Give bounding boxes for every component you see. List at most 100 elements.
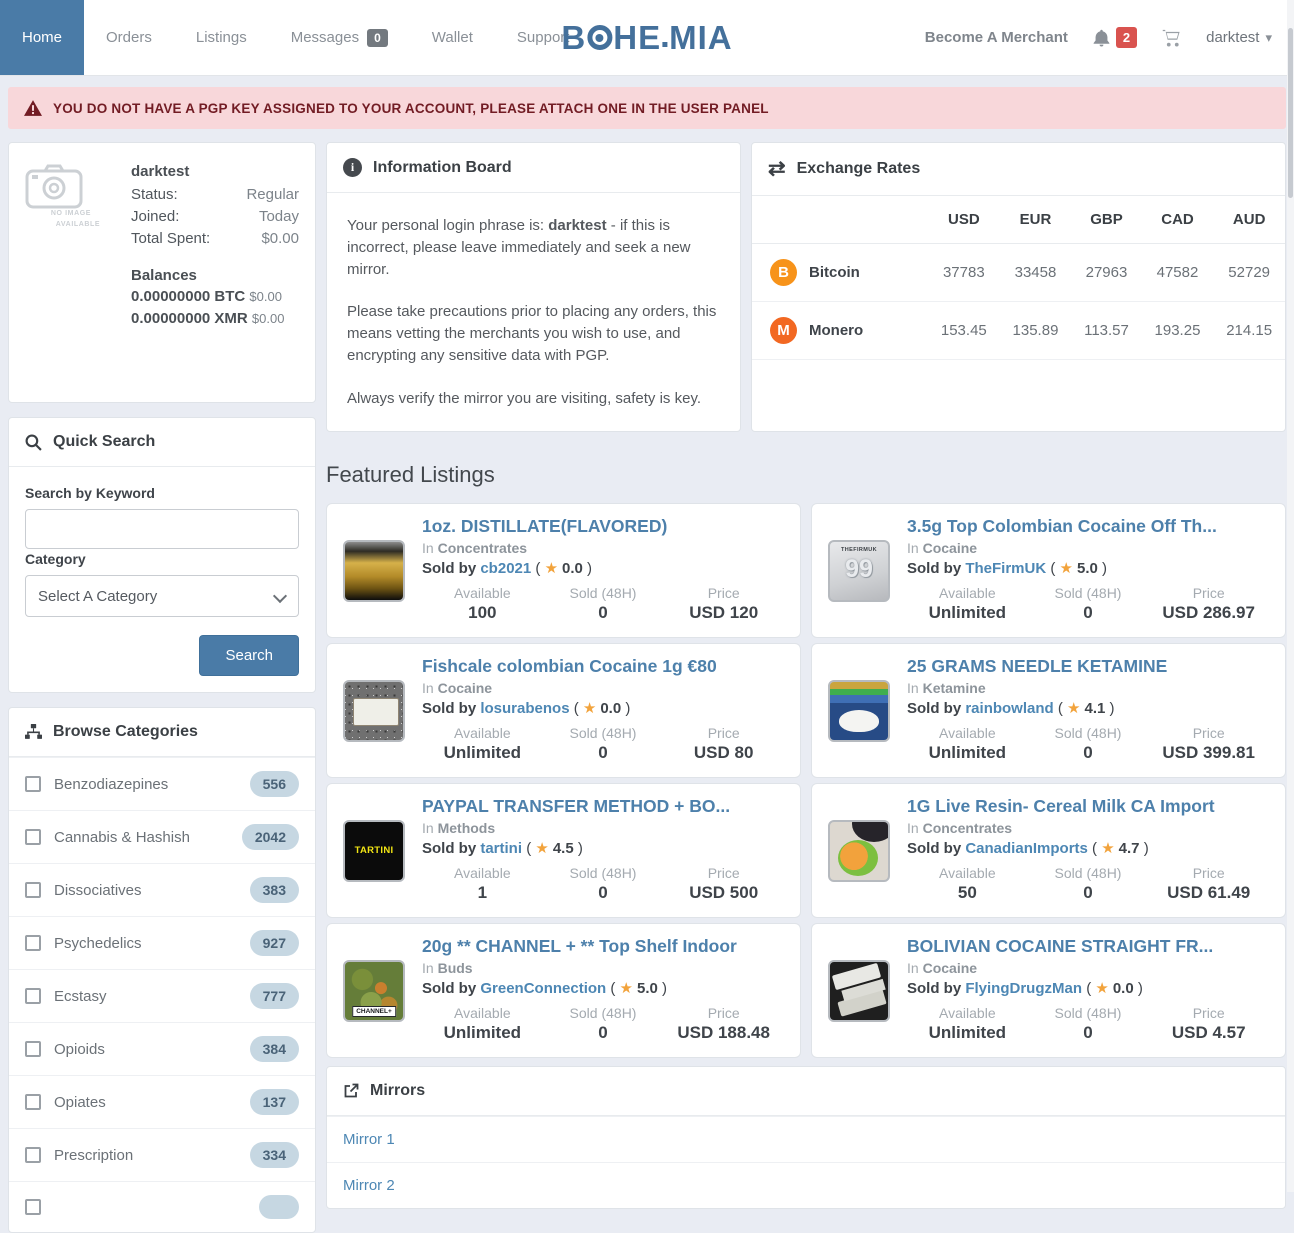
- category-checkbox[interactable]: [25, 1094, 41, 1110]
- category-row-opiates[interactable]: Opiates 137: [9, 1075, 315, 1128]
- seller-link[interactable]: cb2021: [480, 560, 531, 577]
- listing-thumbnail[interactable]: [343, 540, 405, 602]
- seller-link[interactable]: losurabenos: [480, 700, 569, 717]
- category-select[interactable]: Select A Category: [25, 575, 299, 617]
- listing-title-link[interactable]: BOLIVIAN COCAINE STRAIGHT FR...: [907, 936, 1269, 958]
- category-checkbox[interactable]: [25, 829, 41, 845]
- listing-title-link[interactable]: Fishcale colombian Cocaine 1g €80: [422, 656, 784, 678]
- category-row-partial[interactable]: [9, 1181, 315, 1232]
- category-checkbox[interactable]: [25, 1199, 41, 1215]
- camera-icon: [25, 163, 83, 209]
- sold-value: 0: [543, 883, 664, 903]
- rate-value: 135.89: [1000, 302, 1072, 360]
- sold-by-label: Sold by: [422, 560, 476, 577]
- thumb-text: THEFIRMUK: [841, 547, 877, 553]
- category-checkbox[interactable]: [25, 935, 41, 951]
- listing-title-link[interactable]: 3.5g Top Colombian Cocaine Off Th...: [907, 516, 1269, 538]
- scrollbar-thumb[interactable]: [1288, 28, 1293, 198]
- category-checkbox[interactable]: [25, 1147, 41, 1163]
- categories-title: Browse Categories: [53, 723, 198, 741]
- category-row-benzodiazepines[interactable]: Benzodiazepines 556: [9, 757, 315, 810]
- monero-icon: M: [770, 317, 797, 344]
- quick-search-panel: Quick Search Search by Keyword Category …: [8, 417, 316, 693]
- available-value: Unlimited: [907, 1023, 1028, 1043]
- listing-thumbnail[interactable]: CHANNEL+: [343, 960, 405, 1022]
- listing-stats: Available100 Sold (48H)0 PriceUSD 120: [422, 585, 784, 625]
- category-row-ecstasy[interactable]: Ecstasy 777: [9, 969, 315, 1022]
- available-label: Available: [907, 865, 1028, 881]
- no-image-placeholder: NO IMAGE AVAILABLE: [25, 163, 117, 330]
- category-checkbox[interactable]: [25, 988, 41, 1004]
- in-label: In: [422, 540, 434, 556]
- category-row-psychedelics[interactable]: Psychedelics 927: [9, 916, 315, 969]
- row-label: Status:: [131, 184, 178, 206]
- listing-thumbnail[interactable]: [828, 960, 890, 1022]
- listing-card: TARTINI PAYPAL TRANSFER METHOD + BO... I…: [326, 783, 801, 918]
- bohemia-logo[interactable]: BHEMIA: [561, 19, 732, 57]
- navbar: Home Orders Listings Messages 0 Wallet S…: [0, 0, 1294, 76]
- seller-link[interactable]: FlyingDrugzMan: [965, 980, 1082, 997]
- price-value: USD 500: [663, 883, 784, 903]
- rate-value: 193.25: [1142, 302, 1214, 360]
- rate-value: 27963: [1071, 244, 1141, 302]
- logo-text: HE: [613, 19, 661, 57]
- user-menu[interactable]: darktest: [1206, 29, 1272, 46]
- sold-by-label: Sold by: [907, 560, 961, 577]
- nav-item-wallet[interactable]: Wallet: [410, 0, 495, 75]
- notifications-button[interactable]: 2: [1092, 27, 1137, 48]
- listing-category: In Cocaine: [907, 540, 1269, 556]
- star-icon: [545, 560, 562, 577]
- listing-title-link[interactable]: 1G Live Resin- Cereal Milk CA Import: [907, 796, 1269, 818]
- category-checkbox[interactable]: [25, 882, 41, 898]
- category-label: Dissociatives: [54, 882, 142, 899]
- nav-item-orders[interactable]: Orders: [84, 0, 174, 75]
- category-row-prescription[interactable]: Prescription 334: [9, 1128, 315, 1181]
- seller-link[interactable]: GreenConnection: [480, 980, 606, 997]
- listing-title-link[interactable]: 1oz. DISTILLATE(FLAVORED): [422, 516, 784, 538]
- seller-link[interactable]: rainbowland: [965, 700, 1053, 717]
- category-label: Opiates: [54, 1094, 106, 1111]
- listing-card: 1G Live Resin- Cereal Milk CA Import In …: [811, 783, 1286, 918]
- category-checkbox[interactable]: [25, 1041, 41, 1057]
- keyword-input[interactable]: [25, 509, 299, 549]
- mirror-1-link[interactable]: Mirror 1: [343, 1131, 395, 1148]
- search-button[interactable]: Search: [199, 635, 299, 676]
- thumb-text: CHANNEL+: [352, 1006, 396, 1017]
- cart-button[interactable]: [1161, 28, 1182, 48]
- nav-item-listings[interactable]: Listings: [174, 0, 269, 75]
- available-value: Unlimited: [422, 743, 543, 763]
- page-scrollbar[interactable]: [1287, 0, 1294, 1192]
- category-row-cannabis[interactable]: Cannabis & Hashish 2042: [9, 810, 315, 863]
- balance-fiat: $0.00: [252, 311, 285, 326]
- nav-item-messages[interactable]: Messages 0: [269, 0, 410, 75]
- pgp-warning-banner: YOU DO NOT HAVE A PGP KEY ASSIGNED TO YO…: [8, 87, 1286, 129]
- seller-link[interactable]: CanadianImports: [965, 840, 1088, 857]
- listing-thumbnail[interactable]: [828, 680, 890, 742]
- nav-item-label: Orders: [106, 29, 152, 46]
- available-label: Available: [907, 585, 1028, 601]
- row-label: Total Spent:: [131, 228, 210, 250]
- seller-link[interactable]: tartini: [480, 840, 522, 857]
- sold-by-label: Sold by: [907, 980, 961, 997]
- listing-thumbnail[interactable]: [828, 820, 890, 882]
- row-value: $0.00: [261, 228, 299, 250]
- rating-value: 5.0: [637, 980, 658, 997]
- logo-text: B: [561, 19, 586, 57]
- listing-thumbnail[interactable]: THEFIRMUK99: [828, 540, 890, 602]
- listing-title-link[interactable]: PAYPAL TRANSFER METHOD + BO...: [422, 796, 784, 818]
- listing-title-link[interactable]: 20g ** CHANNEL + ** Top Shelf Indoor: [422, 936, 784, 958]
- category-row-dissociatives[interactable]: Dissociatives 383: [9, 863, 315, 916]
- information-board-header: Information Board: [327, 143, 740, 193]
- nav-item-home[interactable]: Home: [0, 0, 84, 75]
- listing-thumbnail[interactable]: [343, 680, 405, 742]
- in-label: In: [907, 540, 919, 556]
- category-row-opioids[interactable]: Opioids 384: [9, 1022, 315, 1075]
- listing-thumbnail[interactable]: TARTINI: [343, 820, 405, 882]
- user-name: darktest: [131, 163, 299, 180]
- seller-link[interactable]: TheFirmUK: [965, 560, 1046, 577]
- become-merchant-link[interactable]: Become A Merchant: [925, 29, 1068, 46]
- category-checkbox[interactable]: [25, 776, 41, 792]
- listing-seller: Sold by CanadianImports 4.7: [907, 839, 1269, 857]
- sold-label: Sold (48H): [1028, 585, 1149, 601]
- listing-title-link[interactable]: 25 GRAMS NEEDLE KETAMINE: [907, 656, 1269, 678]
